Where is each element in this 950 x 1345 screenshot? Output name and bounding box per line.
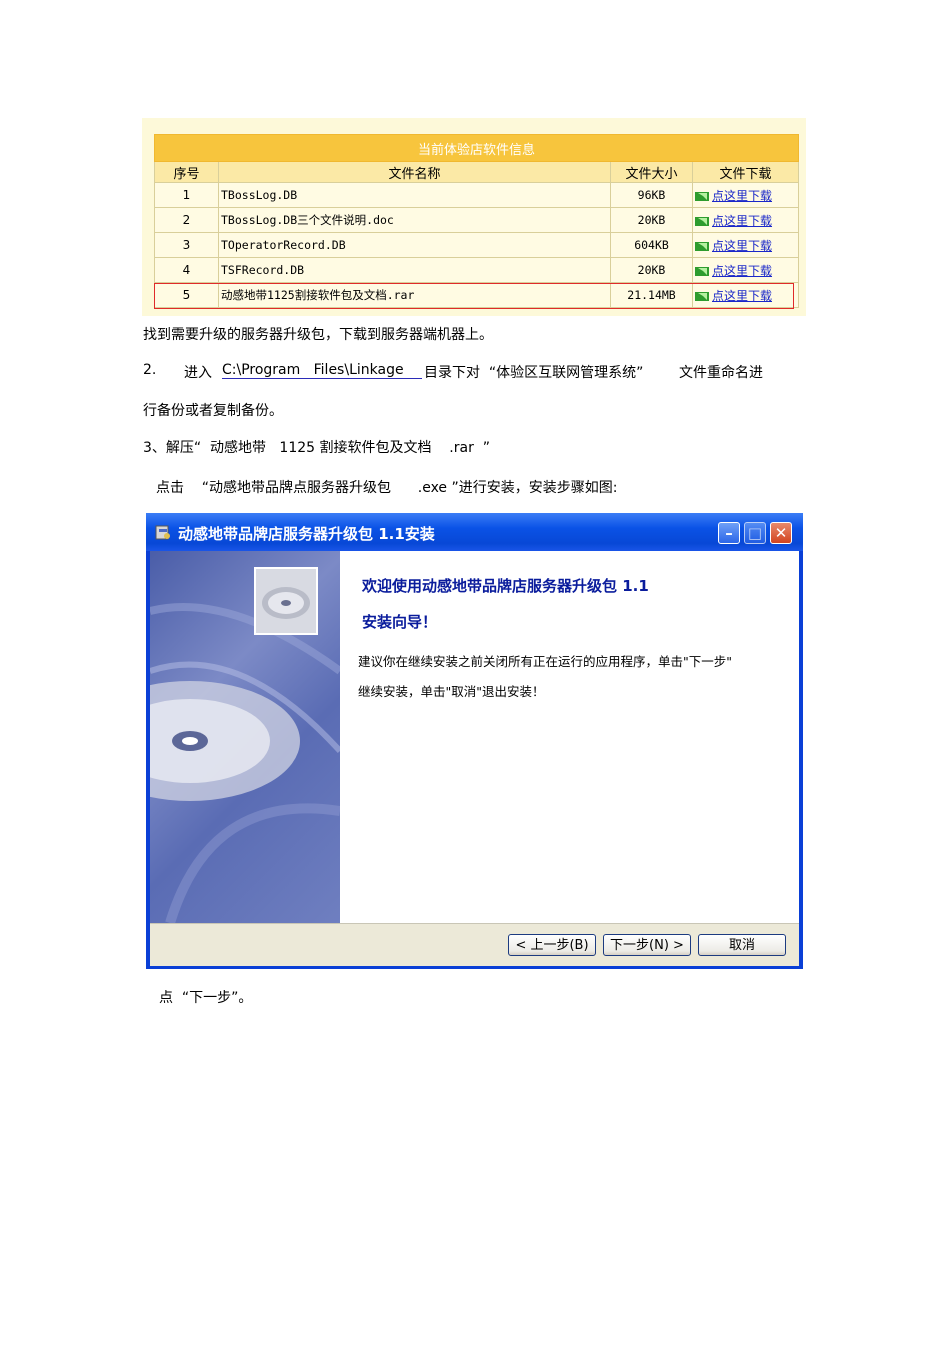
- download-arrow-icon: [695, 217, 709, 226]
- maximize-icon: □: [747, 524, 763, 542]
- table-row: 2 TBossLog.DB三个文件说明.doc 20KB 点这里下载: [154, 207, 800, 233]
- table-row: 4 TSFRecord.DB 20KB 点这里下载: [154, 257, 800, 283]
- installer-title: 动感地带品牌店服务器升级包 1.1安装: [178, 525, 435, 543]
- step-2-continued: 行备份或者复制备份。: [143, 403, 283, 419]
- download-link[interactable]: 点这里下载: [712, 289, 772, 303]
- next-button[interactable]: 下一步(N) >: [603, 934, 691, 956]
- row-download: 点这里下载: [691, 282, 800, 308]
- minimize-button[interactable]: –: [718, 522, 740, 544]
- click-next-note: 点 “下一步”。: [159, 990, 253, 1006]
- row-name: 动感地带1125割接软件包及文档.rar: [218, 282, 611, 308]
- installer-title-bar: 动感地带品牌店服务器升级包 1.1安装 – □ ✕: [146, 513, 803, 551]
- row-size: 21.14MB: [610, 282, 693, 308]
- installer-window: 动感地带品牌店服务器升级包 1.1安装 – □ ✕ 欢迎使用动感地带品牌店服务器…: [146, 513, 803, 969]
- row-no: 1: [154, 182, 219, 208]
- row-size: 20KB: [610, 207, 693, 233]
- table-row: 1 TBossLog.DB 96KB 点这里下载: [154, 182, 800, 208]
- row-download: 点这里下载: [691, 232, 800, 258]
- close-button[interactable]: ✕: [770, 522, 792, 544]
- row-size: 604KB: [610, 232, 693, 258]
- row-size: 96KB: [610, 182, 693, 208]
- download-link[interactable]: 点这里下载: [712, 264, 772, 278]
- row-no: 2: [154, 207, 219, 233]
- download-arrow-icon: [695, 192, 709, 201]
- download-link[interactable]: 点这里下载: [712, 189, 772, 203]
- table-caption: 当前体验店软件信息: [153, 134, 800, 162]
- table-row: 3 TOperatorRecord.DB 604KB 点这里下载: [154, 232, 800, 258]
- row-no: 4: [154, 257, 219, 283]
- row-download: 点这里下载: [691, 257, 800, 283]
- row-name: TSFRecord.DB: [218, 257, 611, 283]
- download-arrow-icon: [695, 292, 709, 301]
- step-3-text: 3、解压“ 动感地带 1125 割接软件包及文档 .rar ”: [143, 440, 490, 456]
- install-description-2: 继续安装，单击"取消"退出安装！: [358, 684, 545, 699]
- welcome-subheading: 安装向导！: [362, 613, 438, 631]
- download-link[interactable]: 点这里下载: [712, 239, 772, 253]
- row-name: TBossLog.DB三个文件说明.doc: [218, 207, 611, 233]
- software-info-table: 当前体验店软件信息 序号 文件名称 文件大小 文件下载 1 TBossLog.D…: [153, 134, 800, 308]
- row-download: 点这里下载: [691, 207, 800, 233]
- installer-app-icon: [155, 525, 170, 540]
- software-info-panel: 当前体验店软件信息 序号 文件名称 文件大小 文件下载 1 TBossLog.D…: [142, 118, 806, 316]
- installer-side-graphic: [150, 551, 340, 923]
- row-no: 5: [154, 282, 219, 308]
- table-row: 5 动感地带1125割接软件包及文档.rar 21.14MB 点这里下载: [154, 282, 800, 308]
- step-2-lead: 进入: [184, 365, 212, 381]
- row-name: TOperatorRecord.DB: [218, 232, 611, 258]
- maximize-button[interactable]: □: [744, 522, 766, 544]
- welcome-heading: 欢迎使用动感地带品牌店服务器升级包 1.1: [362, 577, 649, 595]
- row-size: 20KB: [610, 257, 693, 283]
- download-arrow-icon: [695, 242, 709, 251]
- installer-button-bar: < 上一步(B) 下一步(N) > 取消: [150, 923, 799, 966]
- col-header-name: 文件名称: [218, 161, 611, 183]
- cancel-button[interactable]: 取消: [698, 934, 786, 956]
- program-path: C:\Program Files\Linkage: [222, 362, 422, 379]
- minimize-icon: –: [725, 524, 733, 542]
- row-name: TBossLog.DB: [218, 182, 611, 208]
- back-button[interactable]: < 上一步(B): [508, 934, 596, 956]
- col-header-download: 文件下载: [691, 161, 800, 183]
- step-2-number: 2.: [143, 362, 157, 378]
- cd-thumbnail: [254, 567, 318, 635]
- download-link[interactable]: 点这里下载: [712, 214, 772, 228]
- installer-body: 欢迎使用动感地带品牌店服务器升级包 1.1 安装向导！ 建议你在继续安装之前关闭…: [150, 551, 799, 966]
- instruction-line-1: 找到需要升级的服务器升级包，下载到服务器端机器上。: [143, 327, 493, 343]
- close-icon: ✕: [774, 524, 788, 542]
- col-header-size: 文件大小: [610, 161, 693, 183]
- download-arrow-icon: [695, 267, 709, 276]
- col-header-no: 序号: [154, 161, 219, 183]
- step-3-install-text: 点击 “动感地带品牌点服务器升级包 .exe ”进行安装，安装步骤如图:: [156, 480, 618, 496]
- row-download: 点这里下载: [691, 182, 800, 208]
- install-description-1: 建议你在继续安装之前关闭所有正在运行的应用程序，单击"下一步": [358, 654, 733, 669]
- step-2-text: 目录下对 “体验区互联网管理系统” 文件重命名进: [424, 365, 764, 381]
- row-no: 3: [154, 232, 219, 258]
